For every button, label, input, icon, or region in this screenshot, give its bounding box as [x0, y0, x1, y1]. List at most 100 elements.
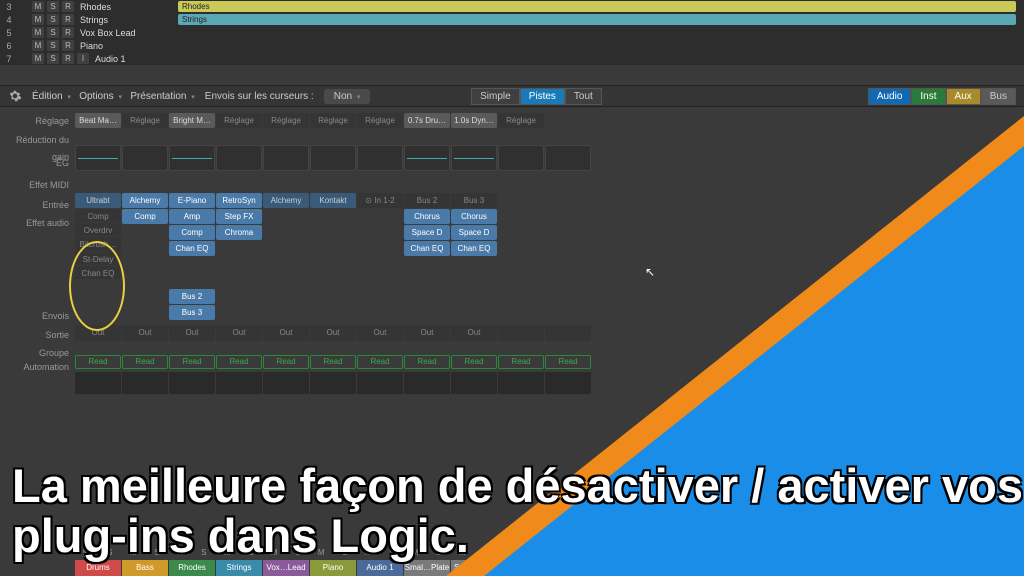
eq-display[interactable]	[310, 145, 356, 171]
automation-mode[interactable]: Read	[122, 355, 168, 369]
track-r-button[interactable]: R	[62, 14, 74, 25]
input-slot[interactable]: Kontakt	[310, 193, 356, 208]
menu-options[interactable]: Options ▾	[79, 91, 122, 102]
track-r-button[interactable]: R	[62, 53, 74, 64]
track-s-button[interactable]: S	[47, 1, 59, 12]
fx-slot[interactable]: Comp	[169, 225, 215, 240]
fx-slot[interactable]: Chroma	[216, 225, 262, 240]
track-s-button[interactable]: S	[47, 40, 59, 51]
gear-icon[interactable]	[8, 89, 22, 103]
seg-tout[interactable]: Tout	[565, 88, 602, 105]
fx-slot[interactable]: Comp	[75, 209, 121, 222]
setting-slot[interactable]: Réglage	[122, 113, 168, 128]
track-row[interactable]: 5MSRVox Box Lead	[0, 26, 1024, 39]
channel-name[interactable]: Bass	[122, 560, 168, 576]
eq-display[interactable]	[75, 145, 121, 171]
output-slot[interactable]: Out	[263, 325, 309, 341]
setting-slot[interactable]: Beat Ma…	[75, 113, 121, 128]
channel-icon[interactable]	[216, 372, 262, 394]
fx-slot[interactable]: Chan EQ	[404, 241, 450, 256]
track-m-button[interactable]: M	[32, 27, 44, 38]
seg-simple[interactable]: Simple	[471, 88, 520, 105]
channel-icon[interactable]	[263, 372, 309, 394]
eq-display[interactable]	[169, 145, 215, 171]
track-row[interactable]: 3MSRRhodesRhodes	[0, 0, 1024, 13]
eq-display[interactable]	[404, 145, 450, 171]
eq-display[interactable]	[122, 145, 168, 171]
seg-bus[interactable]: Bus	[981, 88, 1016, 105]
automation-mode[interactable]: Read	[404, 355, 450, 369]
setting-slot[interactable]: Réglage	[216, 113, 262, 128]
eq-display[interactable]	[357, 145, 403, 171]
fx-slot[interactable]: Amp	[169, 209, 215, 224]
channel-name[interactable]: Drums	[75, 560, 121, 576]
channel-name[interactable]: Vox…Lead	[263, 560, 309, 576]
type-segment[interactable]: AudioInstAuxBus	[868, 88, 1016, 105]
channel-icon[interactable]	[404, 372, 450, 394]
track-row[interactable]: 4MSRStringsStrings	[0, 13, 1024, 26]
fx-slot[interactable]: Chan EQ	[75, 266, 121, 279]
seg-aux[interactable]: Aux	[946, 88, 981, 105]
send-slot[interactable]: Bus 3	[169, 305, 215, 320]
fx-slot[interactable]: Chan EQ	[169, 241, 215, 256]
track-row[interactable]: 6MSRPiano	[0, 39, 1024, 52]
setting-slot[interactable]: 0.7s Dru…	[404, 113, 450, 128]
seg-inst[interactable]: Inst	[911, 88, 945, 105]
output-slot[interactable]: Out	[122, 325, 168, 341]
channel-name[interactable]: Strings	[216, 560, 262, 576]
input-slot[interactable]: ⊙ In 1-2	[357, 193, 403, 208]
eq-display[interactable]	[263, 145, 309, 171]
track-m-button[interactable]: M	[32, 53, 44, 64]
input-slot[interactable]: Ultrabt	[75, 193, 121, 208]
track-r-button[interactable]: R	[62, 40, 74, 51]
channel-icon[interactable]	[75, 372, 121, 394]
track-r-button[interactable]: R	[62, 27, 74, 38]
seg-pistes[interactable]: Pistes	[520, 88, 565, 105]
track-s-button[interactable]: S	[47, 53, 59, 64]
input-slot[interactable]: Alchemy	[263, 193, 309, 208]
seg-audio[interactable]: Audio	[868, 88, 912, 105]
input-slot[interactable]: E-Piano	[169, 193, 215, 208]
channel-icon[interactable]	[169, 372, 215, 394]
output-slot[interactable]: Out	[169, 325, 215, 341]
fx-slot[interactable]: Chorus	[404, 209, 450, 224]
setting-slot[interactable]: Réglage	[357, 113, 403, 128]
automation-mode[interactable]: Read	[75, 355, 121, 369]
track-m-button[interactable]: M	[32, 1, 44, 12]
input-slot[interactable]: RetroSyn	[216, 193, 262, 208]
fx-slot[interactable]: Comp	[122, 209, 168, 224]
fx-slot[interactable]: Bitcrush…	[75, 237, 121, 250]
output-slot[interactable]: Out	[310, 325, 356, 341]
fx-slot[interactable]: Space D	[404, 225, 450, 240]
track-row[interactable]: 7MSRIAudio 1	[0, 52, 1024, 65]
output-slot[interactable]: Out	[216, 325, 262, 341]
track-r-button[interactable]: R	[62, 1, 74, 12]
eq-display[interactable]	[216, 145, 262, 171]
setting-slot[interactable]: Bright M…	[169, 113, 215, 128]
channel-icon[interactable]	[310, 372, 356, 394]
send-slot[interactable]: Bus 2	[169, 289, 215, 304]
channel-icon[interactable]	[122, 372, 168, 394]
output-slot[interactable]: Out	[357, 325, 403, 341]
track-m-button[interactable]: M	[32, 14, 44, 25]
track-s-button[interactable]: S	[47, 14, 59, 25]
output-slot[interactable]: Out	[75, 325, 121, 341]
menu-édition[interactable]: Édition ▾	[32, 91, 71, 102]
input-slot[interactable]: Bus 2	[404, 193, 450, 208]
view-segment[interactable]: SimplePistesTout	[471, 88, 602, 105]
automation-mode[interactable]: Read	[169, 355, 215, 369]
track-s-button[interactable]: S	[47, 27, 59, 38]
channel-name[interactable]: Rhodes	[169, 560, 215, 576]
automation-mode[interactable]: Read	[263, 355, 309, 369]
automation-mode[interactable]: Read	[357, 355, 403, 369]
channel-name[interactable]: Audio 1	[357, 560, 403, 576]
channel-name[interactable]: Smal…Plate	[404, 560, 450, 576]
track-m-button[interactable]: M	[32, 40, 44, 51]
automation-mode[interactable]: Read	[216, 355, 262, 369]
setting-slot[interactable]: Réglage	[310, 113, 356, 128]
channel-icon[interactable]	[357, 372, 403, 394]
fx-slot[interactable]: St-Delay	[75, 252, 121, 265]
channel-name[interactable]: Piano	[310, 560, 356, 576]
setting-slot[interactable]: Réglage	[263, 113, 309, 128]
sends-dropdown[interactable]: Non ▾	[324, 89, 371, 104]
